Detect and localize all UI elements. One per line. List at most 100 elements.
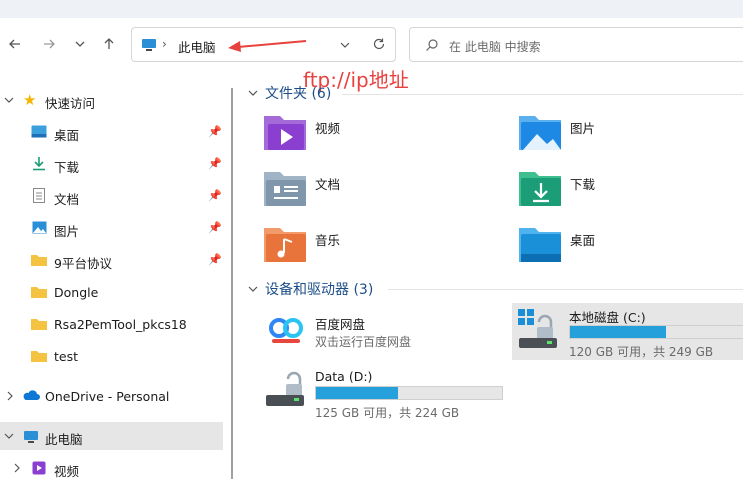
drive-usage-bar bbox=[569, 325, 743, 339]
folder-tile-pictures[interactable]: 图片 bbox=[517, 112, 717, 154]
documents-folder-icon bbox=[264, 172, 306, 206]
downloads-folder-icon bbox=[519, 172, 561, 206]
sidebar-item-label: 下载 bbox=[54, 160, 80, 175]
search-placeholder: 在 此电脑 中搜索 bbox=[449, 40, 541, 54]
chevron-right-icon: › bbox=[162, 37, 167, 51]
section-folders-header[interactable]: 文件夹 (6) bbox=[248, 83, 331, 103]
address-dropdown[interactable] bbox=[339, 36, 351, 55]
pin-icon: 📌 bbox=[208, 189, 222, 202]
arrow-up-icon bbox=[104, 38, 114, 49]
forward-button[interactable] bbox=[38, 33, 60, 55]
sidebar-item-label: test bbox=[54, 349, 79, 364]
drive-name: 百度网盘 bbox=[315, 317, 366, 332]
section-divider bbox=[388, 289, 743, 290]
recent-locations-button[interactable] bbox=[69, 33, 91, 55]
sidebar-item-label: 桌面 bbox=[54, 128, 80, 143]
sidebar-item-downloads[interactable]: 下载 📌 bbox=[0, 150, 223, 178]
chevron-right-icon bbox=[7, 391, 13, 401]
star-icon: ★ bbox=[23, 91, 37, 109]
search-input[interactable]: 在 此电脑 中搜索 bbox=[409, 27, 743, 62]
arrow-left-icon bbox=[9, 39, 20, 49]
folder-label: 音乐 bbox=[315, 233, 341, 248]
drive-name: Data (D:) bbox=[315, 369, 373, 384]
pictures-icon bbox=[32, 221, 47, 234]
folder-label: 文档 bbox=[315, 177, 341, 192]
video-icon bbox=[32, 461, 46, 475]
pane-divider[interactable] bbox=[231, 88, 233, 479]
back-button[interactable] bbox=[4, 33, 26, 55]
chevron-down-icon bbox=[4, 433, 14, 439]
arrow-right-icon bbox=[44, 39, 55, 49]
sidebar-item-rsa2pemtool[interactable]: Rsa2PemTool_pkcs18 bbox=[0, 310, 223, 338]
pictures-folder-icon bbox=[519, 116, 561, 150]
chevron-down-icon bbox=[75, 41, 85, 47]
sidebar-item-label: 文档 bbox=[54, 192, 80, 207]
sidebar-item-desktop[interactable]: 桌面 📌 bbox=[0, 118, 223, 146]
drive-data-d[interactable]: Data (D:) 125 GB 可用，共 224 GB bbox=[262, 366, 512, 420]
drive-usage-fill bbox=[570, 326, 667, 338]
document-icon bbox=[33, 188, 45, 203]
folder-tile-music[interactable]: 音乐 bbox=[262, 224, 462, 266]
chevron-right-icon bbox=[14, 463, 20, 473]
up-button[interactable] bbox=[98, 33, 120, 55]
folder-icon bbox=[31, 255, 47, 266]
sidebar-item-9platform[interactable]: 9平台协议 📌 bbox=[0, 246, 223, 274]
sidebar-item-dongle[interactable]: Dongle bbox=[0, 278, 223, 306]
sidebar-item-label: 图片 bbox=[54, 224, 80, 239]
sidebar-onedrive[interactable]: OneDrive - Personal bbox=[0, 382, 223, 410]
folder-tile-documents[interactable]: 文档 bbox=[262, 168, 462, 210]
sidebar-item-videos[interactable]: 视频 bbox=[0, 454, 223, 482]
drive-local-c[interactable]: 本地磁盘 (C:) 120 GB 可用，共 249 GB bbox=[512, 303, 743, 360]
refresh-icon bbox=[373, 38, 385, 50]
chevron-down-icon bbox=[248, 286, 258, 292]
drive-subtitle: 双击运行百度网盘 bbox=[315, 335, 412, 349]
pin-icon: 📌 bbox=[208, 125, 222, 138]
folder-icon bbox=[31, 319, 47, 330]
computer-icon bbox=[24, 431, 38, 443]
pin-icon: 📌 bbox=[208, 221, 222, 234]
sidebar-quick-access[interactable]: ★ 快速访问 bbox=[0, 86, 223, 114]
sidebar-item-label: Dongle bbox=[54, 285, 99, 300]
music-folder-icon bbox=[264, 228, 306, 262]
refresh-button[interactable] bbox=[372, 36, 386, 55]
desktop-folder-icon bbox=[519, 228, 561, 262]
sidebar-this-pc[interactable]: 此电脑 bbox=[0, 422, 223, 450]
drive-baidu-netdisk[interactable]: 百度网盘 双击运行百度网盘 bbox=[262, 308, 502, 358]
folder-label: 下载 bbox=[570, 177, 596, 192]
sidebar-item-test[interactable]: test bbox=[0, 342, 223, 370]
folder-icon bbox=[31, 287, 47, 298]
desktop-icon bbox=[31, 125, 47, 138]
sidebar-quick-access-label: 快速访问 bbox=[45, 96, 96, 111]
chevron-down-icon bbox=[248, 90, 258, 96]
section-divider bbox=[342, 94, 743, 95]
section-drives-header[interactable]: 设备和驱动器 (3) bbox=[248, 279, 373, 299]
pin-icon: 📌 bbox=[208, 157, 222, 170]
folder-label: 桌面 bbox=[570, 233, 596, 248]
folder-tile-desktop[interactable]: 桌面 bbox=[517, 224, 717, 266]
computer-icon bbox=[142, 39, 156, 51]
breadcrumb-this-pc[interactable]: 此电脑 bbox=[178, 37, 216, 56]
chevron-down-icon bbox=[340, 42, 350, 48]
search-icon bbox=[426, 39, 438, 51]
pin-icon: 📌 bbox=[208, 253, 222, 266]
folder-label: 图片 bbox=[570, 121, 596, 136]
drive-icon bbox=[266, 371, 304, 406]
annotation-arrow bbox=[228, 40, 307, 52]
sidebar-item-documents[interactable]: 文档 📌 bbox=[0, 182, 223, 210]
section-drives-title: 设备和驱动器 (3) bbox=[265, 282, 374, 298]
drive-name: 本地磁盘 (C:) bbox=[569, 310, 646, 325]
cloud-icon bbox=[23, 390, 40, 400]
title-strip bbox=[0, 0, 743, 18]
sidebar-item-label: 9平台协议 bbox=[54, 256, 112, 271]
sidebar-item-pictures[interactable]: 图片 📌 bbox=[0, 214, 223, 242]
section-folders-title: 文件夹 (6) bbox=[265, 86, 332, 102]
chevron-down-icon bbox=[4, 97, 14, 103]
video-folder-icon bbox=[264, 116, 306, 150]
folder-tile-videos[interactable]: 视频 bbox=[262, 112, 462, 154]
drive-space: 125 GB 可用，共 224 GB bbox=[315, 406, 460, 420]
folder-tile-downloads[interactable]: 下载 bbox=[517, 168, 717, 210]
sidebar-item-label: Rsa2PemTool_pkcs18 bbox=[54, 317, 187, 332]
download-icon bbox=[33, 157, 45, 171]
folder-label: 视频 bbox=[315, 121, 341, 136]
folder-icon bbox=[31, 351, 47, 362]
